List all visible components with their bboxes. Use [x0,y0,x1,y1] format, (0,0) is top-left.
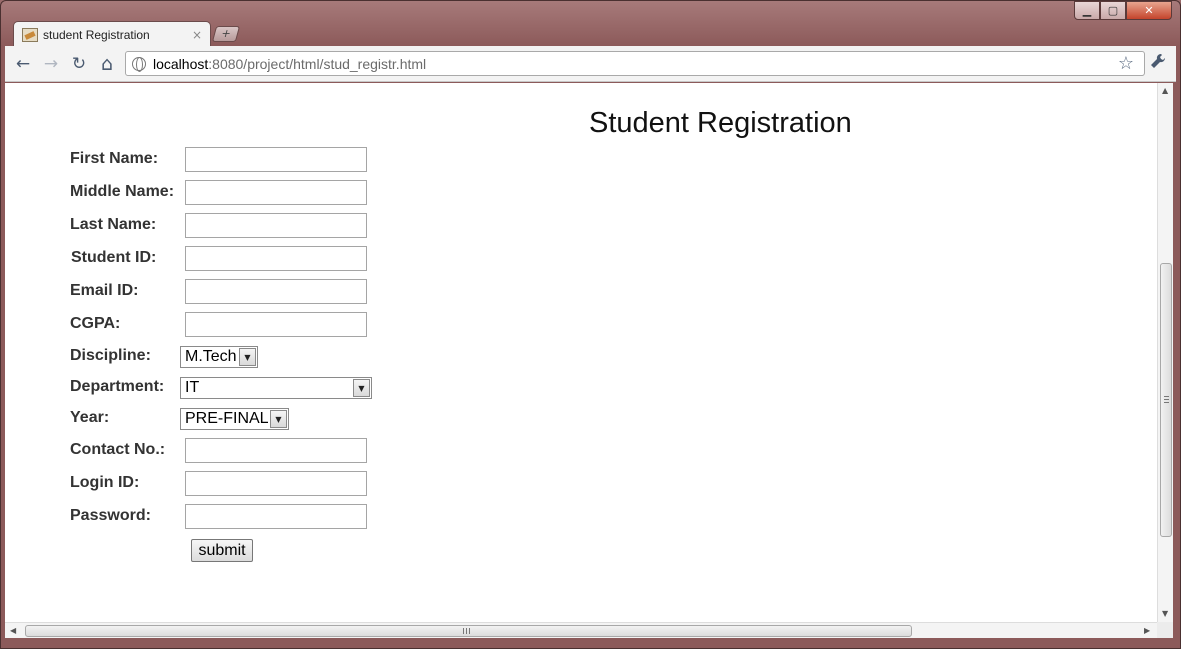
contact-no-field[interactable] [185,438,367,463]
new-tab-button[interactable]: + [211,26,241,42]
close-button[interactable]: ✕ [1126,1,1172,20]
login-id-label: Login ID: [70,474,140,491]
vertical-scroll-thumb[interactable] [1160,263,1172,537]
login-id-field[interactable] [185,471,367,496]
url-path: :8080/project/html/stud_registr.html [208,55,427,72]
chevron-down-icon: ▼ [239,348,256,366]
horizontal-scroll-thumb[interactable] [25,625,912,637]
email-id-field[interactable] [185,279,367,304]
chevron-down-icon: ▼ [353,379,370,397]
wrench-icon [1151,53,1166,68]
wrench-menu-icon[interactable] [1150,53,1166,74]
department-value: IT [185,379,200,396]
discipline-label: Discipline: [70,347,151,364]
globe-icon [132,56,146,72]
grip-icon [463,628,470,634]
middle-name-field[interactable] [185,180,367,205]
home-icon[interactable]: ⌂ [97,54,117,74]
window-caption-buttons: ▁ ▢ ✕ [1074,1,1172,21]
submit-button[interactable]: submit [191,539,253,562]
scrollbar-corner [1157,622,1173,638]
maximize-button[interactable]: ▢ [1100,1,1126,20]
scroll-left-icon[interactable]: ◀ [10,626,16,635]
password-field[interactable] [185,504,367,529]
contact-no-label: Contact No.: [70,441,166,458]
email-id-label: Email ID: [70,282,139,299]
cgpa-field[interactable] [185,312,367,337]
first-name-field[interactable] [185,147,367,172]
scroll-up-icon[interactable]: ▲ [1162,86,1168,95]
browser-window: ▁ ▢ ✕ student Registration × + ← → ↻ ⌂ l… [0,0,1181,649]
favicon-icon [22,27,38,42]
vertical-scrollbar[interactable]: ▲ ▼ [1157,83,1173,622]
browser-toolbar: ← → ↻ ⌂ localhost:8080/project/html/stud… [5,46,1176,82]
password-label: Password: [70,507,151,524]
minimize-button[interactable]: ▁ [1074,1,1100,20]
reload-icon[interactable]: ↻ [69,54,89,74]
browser-tab[interactable]: student Registration × [13,21,211,47]
first-name-label: First Name: [70,150,159,167]
scroll-right-icon[interactable]: ▶ [1144,626,1150,635]
middle-name-label: Middle Name: [70,183,175,200]
forward-icon[interactable]: → [41,54,61,74]
last-name-field[interactable] [185,213,367,238]
last-name-label: Last Name: [70,216,157,233]
tab-title: student Registration [43,27,150,42]
tab-close-icon[interactable]: × [192,28,202,42]
page-viewport: Student Registration First Name: Middle … [5,83,1157,622]
bookmark-star-icon[interactable]: ☆ [1118,53,1134,74]
department-select[interactable]: IT ▼ [180,377,372,399]
chevron-down-icon: ▼ [270,410,287,428]
url-host: localhost [153,55,209,72]
year-value: PRE-FINAL [185,410,269,427]
back-icon[interactable]: ← [13,54,33,74]
address-bar[interactable]: localhost:8080/project/html/stud_registr… [125,51,1145,76]
discipline-value: M.Tech [185,348,237,365]
year-label: Year: [70,409,110,426]
cgpa-label: CGPA: [70,315,121,332]
page-title: Student Registration [589,107,852,139]
discipline-select[interactable]: M.Tech ▼ [180,346,258,368]
year-select[interactable]: PRE-FINAL ▼ [180,408,289,430]
student-id-field[interactable] [185,246,367,271]
department-label: Department: [70,378,165,395]
horizontal-scrollbar[interactable]: ◀ ▶ [5,622,1157,638]
grip-icon [1164,396,1169,403]
student-id-label: Student ID: [71,249,157,266]
scroll-down-icon[interactable]: ▼ [1162,609,1168,618]
